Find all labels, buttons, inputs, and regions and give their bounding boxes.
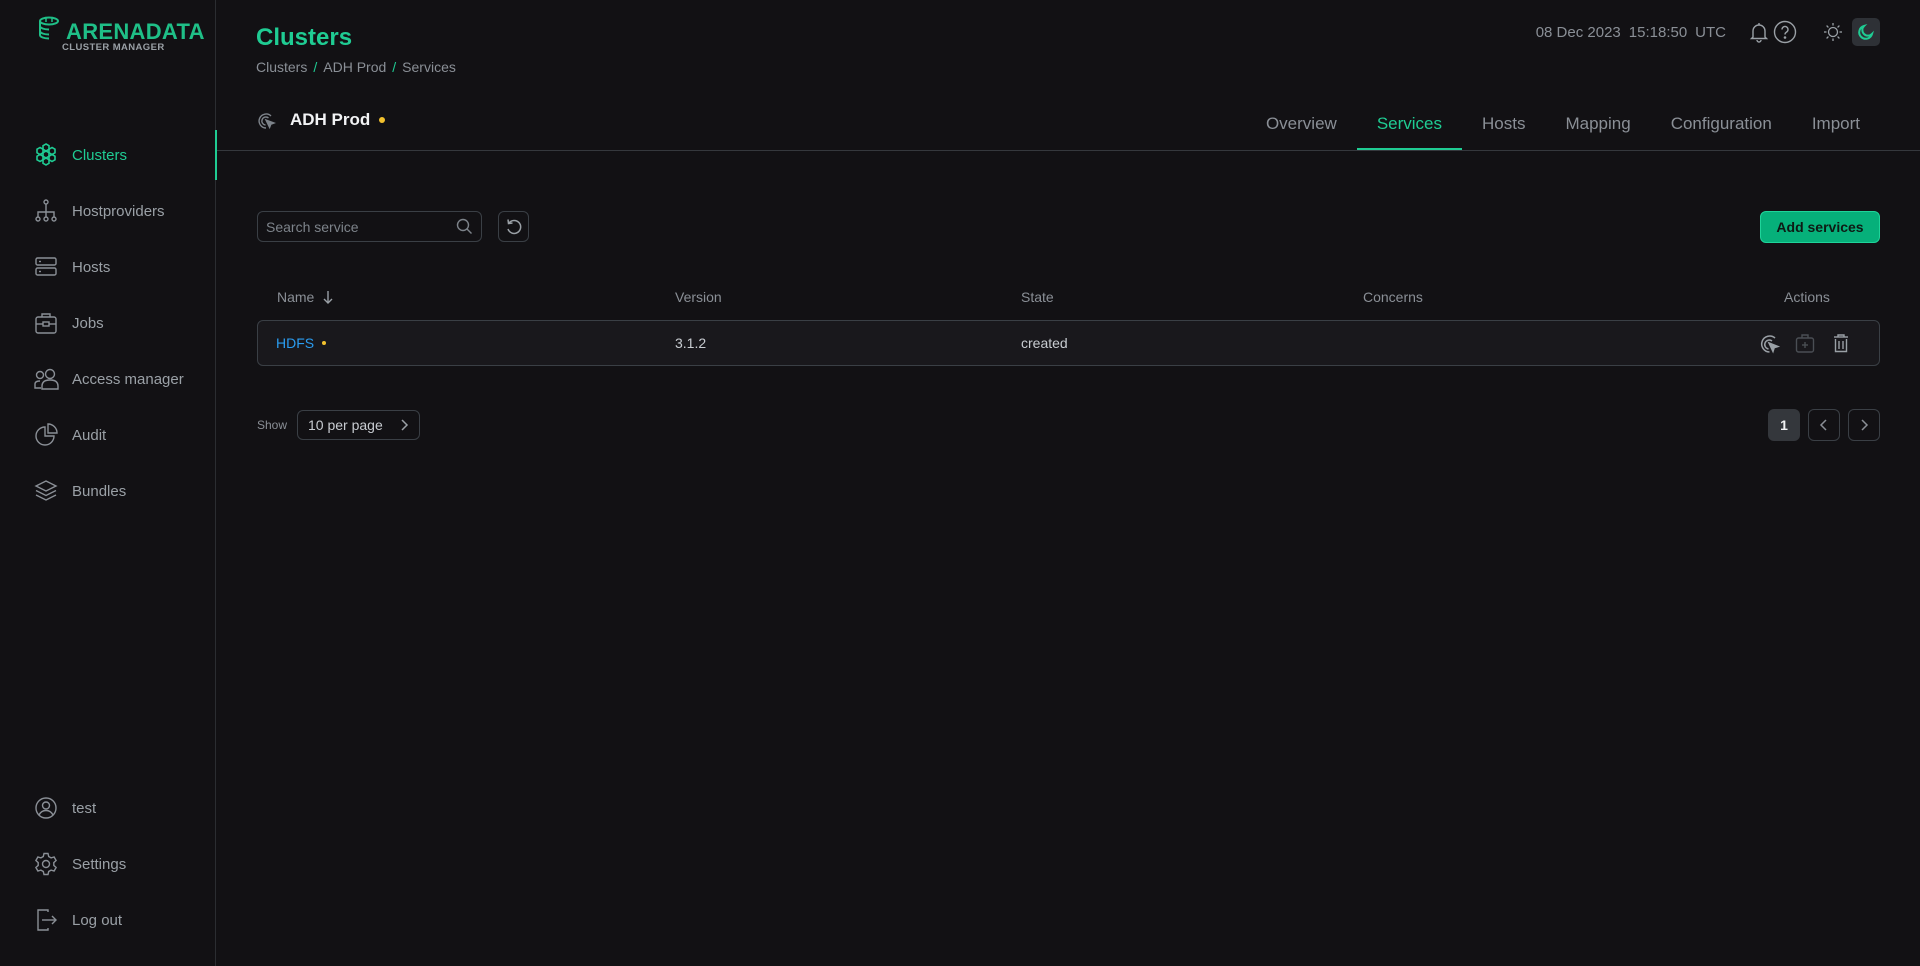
tab-services[interactable]: Services <box>1356 106 1463 151</box>
bundles-icon <box>32 477 60 505</box>
logo-icon <box>39 16 59 40</box>
column-header-version: Version <box>675 289 722 305</box>
sort-arrow-down-icon <box>323 291 333 304</box>
datetime: 08 Dec 2023 15:18:50 UTC <box>1536 24 1726 41</box>
sidebar-item-jobs[interactable]: Jobs <box>0 303 216 343</box>
breadcrumb: Clusters / ADH Prod / Services <box>256 59 456 75</box>
jobs-icon <box>32 309 60 337</box>
page-button-current[interactable]: 1 <box>1768 409 1800 441</box>
breadcrumb-separator: / <box>313 59 318 75</box>
time-text: 15:18:50 <box>1628 23 1688 41</box>
breadcrumb-item-current: Services <box>402 59 456 75</box>
tab-mapping[interactable]: Mapping <box>1545 106 1650 151</box>
bell-icon[interactable] <box>1746 19 1772 45</box>
column-header-concerns: Concerns <box>1363 289 1423 305</box>
breadcrumb-item-clusters[interactable]: Clusters <box>256 59 307 75</box>
column-header-actions: Actions <box>1784 289 1830 305</box>
breadcrumb-separator: / <box>392 59 397 75</box>
cluster-status-dot <box>379 117 386 123</box>
sidebar-item-hostproviders[interactable]: Hostproviders <box>0 191 216 231</box>
logo-subtitle: CLUSTER MANAGER <box>62 42 165 53</box>
chevron-left-icon <box>1819 419 1827 431</box>
column-header-label: Name <box>277 289 315 305</box>
page-title: Clusters <box>256 24 353 51</box>
cluster-action-icon[interactable] <box>256 110 276 130</box>
sidebar-item-access-manager[interactable]: Access manager <box>0 359 216 399</box>
per-page-value: 10 per page <box>308 417 383 433</box>
search-input[interactable] <box>258 218 443 235</box>
sidebar-item-label: Hostproviders <box>72 202 165 220</box>
tab-overview[interactable]: Overview <box>1246 106 1357 151</box>
cluster-name: ADH Prod <box>290 110 371 129</box>
column-header-state: State <box>1021 289 1054 305</box>
sidebar-item-label: Hosts <box>72 258 111 276</box>
service-status-dot <box>322 341 327 345</box>
tabs-divider <box>217 150 1920 151</box>
service-name-link[interactable]: HDFS <box>276 335 327 351</box>
access-manager-icon <box>32 365 60 393</box>
header-toolbar: 08 Dec 2023 15:18:50 UTC <box>1536 18 1880 46</box>
row-actions <box>1757 331 1853 355</box>
sidebar-item-label: Access manager <box>72 370 184 388</box>
sidebar-item-label: Log out <box>72 911 123 929</box>
gear-icon <box>32 850 60 878</box>
tab-import[interactable]: Import <box>1792 106 1880 151</box>
sidebar-item-bundles[interactable]: Bundles <box>0 471 216 511</box>
service-version: 3.1.2 <box>675 335 707 351</box>
run-action-icon[interactable] <box>1757 331 1781 355</box>
cluster-header: ADH Prod <box>256 110 386 130</box>
show-label: Show <box>257 418 288 432</box>
pagination: 1 <box>1768 409 1880 441</box>
chevron-right-icon <box>1861 419 1869 431</box>
moon-icon[interactable] <box>1852 18 1880 46</box>
cluster-tabs: Overview Services Hosts Mapping Configur… <box>1246 106 1880 151</box>
logo[interactable]: ARENADATA CLUSTER MANAGER <box>38 16 204 56</box>
add-component-icon <box>1793 331 1817 355</box>
per-page-select[interactable]: 10 per page <box>297 410 420 440</box>
user-icon <box>32 794 60 822</box>
tab-configuration[interactable]: Configuration <box>1651 106 1792 151</box>
add-services-button[interactable]: Add services <box>1760 211 1880 243</box>
sidebar-item-label: test <box>72 799 97 817</box>
sidebar-item-label: Jobs <box>72 314 104 332</box>
chevron-right-icon <box>401 419 409 431</box>
search-field <box>257 211 482 242</box>
service-state: created <box>1021 335 1068 351</box>
hosts-icon <box>32 253 60 281</box>
help-icon[interactable] <box>1772 19 1798 45</box>
next-page-button[interactable] <box>1848 409 1880 441</box>
theme-toggle <box>1820 18 1880 46</box>
sun-icon[interactable] <box>1820 19 1846 45</box>
timezone-text: UTC <box>1695 23 1726 41</box>
search-icon[interactable] <box>456 218 473 240</box>
sidebar-item-label: Clusters <box>72 146 128 164</box>
sidebar-item-clusters[interactable]: Clusters <box>0 130 217 180</box>
refresh-button[interactable] <box>498 211 529 242</box>
sidebar-item-audit[interactable]: Audit <box>0 415 216 455</box>
sidebar-item-settings[interactable]: Settings <box>0 844 216 884</box>
audit-icon <box>32 421 60 449</box>
breadcrumb-item-cluster[interactable]: ADH Prod <box>323 59 386 75</box>
date-text: 08 Dec 2023 <box>1535 23 1621 41</box>
sidebar-item-label: Audit <box>72 426 107 444</box>
table-row: HDFS 3.1.2 created <box>257 320 1880 366</box>
column-header-name[interactable]: Name <box>277 289 334 305</box>
tab-hosts[interactable]: Hosts <box>1462 106 1545 151</box>
sidebar-item-hosts[interactable]: Hosts <box>0 247 216 287</box>
clusters-icon <box>32 141 60 169</box>
prev-page-button[interactable] <box>1808 409 1840 441</box>
sidebar-item-logout[interactable]: Log out <box>0 900 216 940</box>
delete-icon[interactable] <box>1829 331 1853 355</box>
refresh-icon <box>506 218 521 234</box>
sidebar: ARENADATA CLUSTER MANAGER Clusters Hostp… <box>0 0 217 966</box>
hostproviders-icon <box>32 197 60 225</box>
sidebar-item-label: Bundles <box>72 482 127 500</box>
sidebar-item-user[interactable]: test <box>0 788 216 828</box>
sidebar-item-label: Settings <box>72 855 127 873</box>
active-indicator <box>215 130 217 180</box>
service-name: HDFS <box>276 335 315 351</box>
logout-icon <box>32 906 60 934</box>
